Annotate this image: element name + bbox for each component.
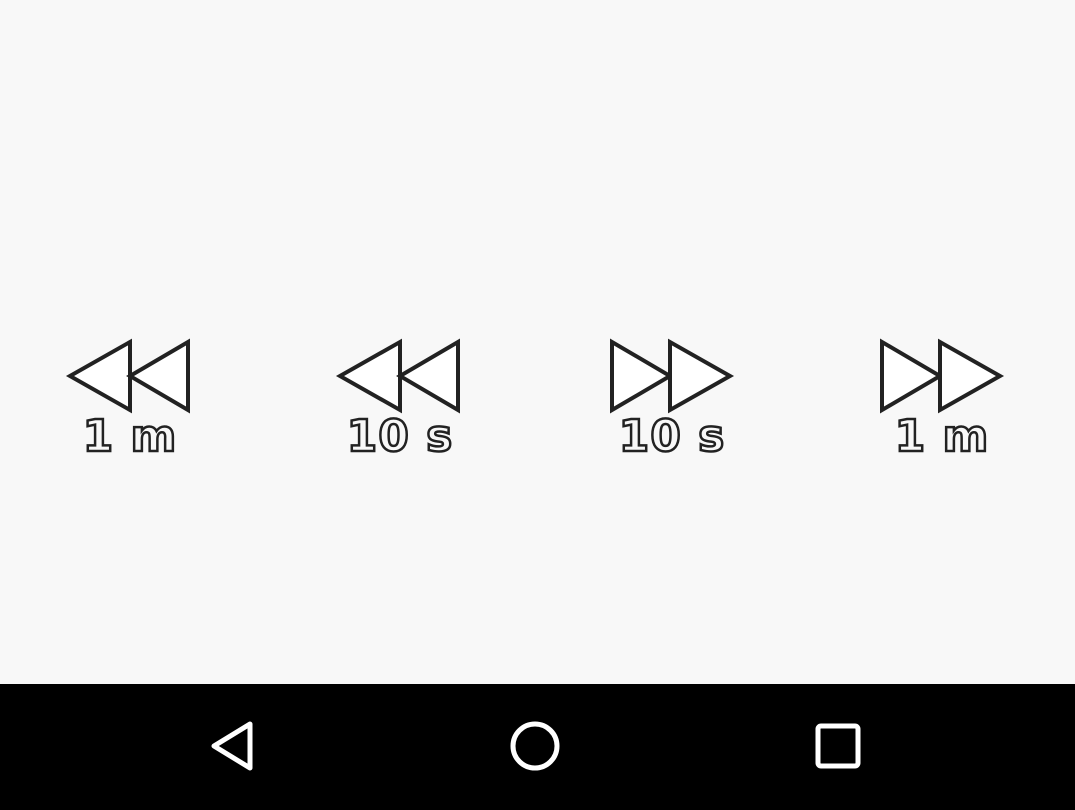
fast-forward-icon — [610, 338, 735, 414]
screen: 1 m 10 s 10 s 1 m — [0, 0, 1075, 810]
nav-recents-button[interactable] — [806, 714, 870, 778]
system-navigation-bar — [0, 684, 1075, 810]
rewind-10s-label: 10 s — [345, 410, 454, 463]
nav-back-button[interactable] — [200, 714, 264, 778]
rewind-10s-button[interactable]: 10 s — [330, 336, 470, 466]
rewind-1m-label: 1 m — [81, 410, 178, 463]
rewind-icon — [335, 338, 460, 414]
recents-square-icon — [815, 723, 861, 769]
player-content-area: 1 m 10 s 10 s 1 m — [0, 0, 1075, 684]
rewind-1m-button[interactable]: 1 m — [60, 336, 200, 466]
nav-home-button[interactable] — [503, 714, 567, 778]
home-circle-icon — [510, 721, 560, 771]
forward-10s-button[interactable]: 10 s — [602, 336, 742, 466]
forward-10s-label: 10 s — [617, 410, 726, 463]
rewind-icon — [65, 338, 190, 414]
forward-1m-button[interactable]: 1 m — [872, 336, 1012, 466]
forward-1m-label: 1 m — [893, 410, 990, 463]
fast-forward-icon — [880, 338, 1005, 414]
back-triangle-icon — [211, 721, 253, 771]
